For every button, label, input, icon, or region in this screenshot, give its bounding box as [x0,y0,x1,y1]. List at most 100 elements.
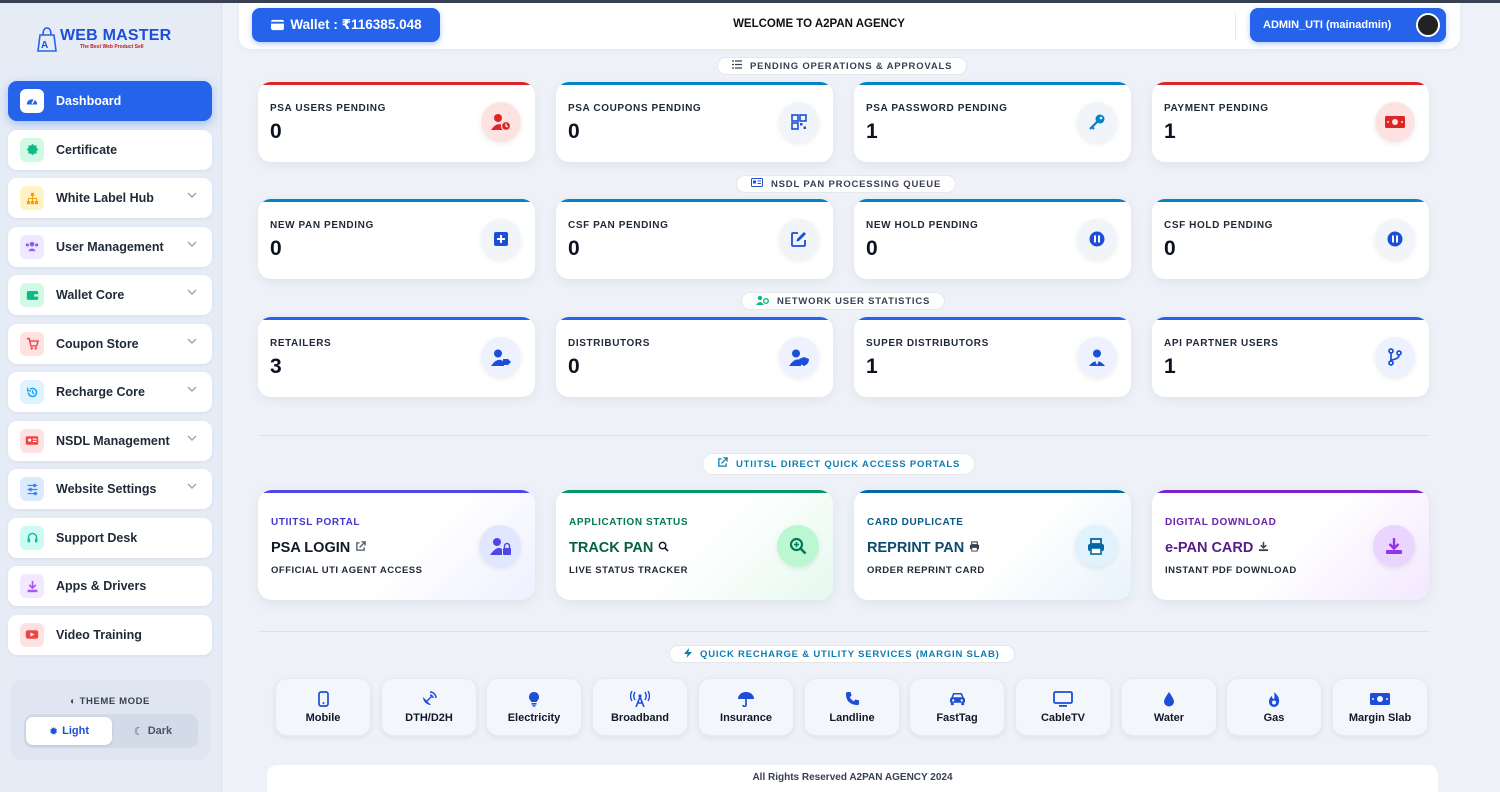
sidebar-item-video-training[interactable]: Video Training [8,614,212,655]
moon-icon: ☾ [133,725,144,738]
sidebar-item-label: Website Settings [56,482,157,496]
sidebar-item-website-settings[interactable]: Website Settings [8,469,212,509]
portal-card-epan-card[interactable]: DIGITAL DOWNLOAD e-PAN CARD INSTANT PDF … [1152,490,1429,600]
portal-card-psa-login[interactable]: UTIITSL PORTAL PSA LOGIN OFFICIAL UTI AG… [258,490,535,600]
sidebar-item-label: Coupon Store [56,336,139,351]
wallet-icon [271,19,285,31]
sidebar-item-support-desk[interactable]: Support Desk [8,517,212,558]
stat-card-csf-pan-pending[interactable]: CSF PAN PENDING 0 [556,199,833,279]
portal-card-track-pan[interactable]: APPLICATION STATUS TRACK PAN LIVE STATUS… [556,490,833,600]
plus-square-icon [481,219,521,259]
stat-card-new-pan-pending[interactable]: NEW PAN PENDING 0 [258,199,535,279]
pause-icon [1077,219,1117,259]
sitemap-icon [20,186,44,210]
headset-icon [20,525,44,550]
service-landline[interactable]: Landline [804,678,900,736]
service-cabletv[interactable]: CableTV [1015,678,1111,736]
wallet-balance-button[interactable]: Wallet : ₹116385.048 [252,8,440,42]
chevron-down-icon [186,480,198,492]
section-label: QUICK RECHARGE & UTILITY SERVICES (MARGI… [700,648,1000,660]
users-cog-icon [756,295,769,308]
printer-icon [1075,525,1117,567]
section-label: NETWORK USER STATISTICS [777,295,931,307]
service-margin-slab[interactable]: Margin Slab [1332,678,1428,736]
section-divider [258,631,1430,632]
stat-card-payment-pending[interactable]: PAYMENT PENDING 1 [1152,82,1429,162]
phone-icon [845,691,860,707]
sidebar-item-nsdl-management[interactable]: NSDL Management [8,420,212,461]
service-mobile[interactable]: Mobile [275,678,371,736]
portal-card-main: REPRINT PAN [867,540,980,556]
tv-icon [1053,690,1073,707]
sidebar-item-certificate[interactable]: Certificate [8,129,212,170]
stat-card-new-hold-pending[interactable]: NEW HOLD PENDING 0 [854,199,1131,279]
service-gas[interactable]: Gas [1226,678,1322,736]
stat-card-psa-coupons-pending[interactable]: PSA COUPONS PENDING 0 [556,82,833,162]
pause-icon [1375,219,1415,259]
stat-card-retailers[interactable]: RETAILERS 3 [258,317,535,397]
list-icon [732,60,742,72]
bolt-icon [684,647,692,661]
stat-card-title: NEW PAN PENDING [270,220,374,231]
stat-card-value: 0 [1164,237,1176,260]
theme-dark-button[interactable]: ☾ Dark [110,717,196,745]
theme-light-button[interactable]: ✹ Light [26,717,112,745]
admin-profile-button[interactable]: ADMIN_UTI (mainadmin) [1250,8,1446,42]
service-broadband[interactable]: Broadband [592,678,688,736]
download-icon [1258,540,1269,556]
portal-card-overline: APPLICATION STATUS [569,517,689,528]
stat-card-csf-hold-pending[interactable]: CSF HOLD PENDING 0 [1152,199,1429,279]
service-insurance[interactable]: Insurance [698,678,794,736]
service-dth[interactable]: DTH/D2H [381,678,477,736]
portal-card-overline: DIGITAL DOWNLOAD [1165,517,1277,528]
stat-card-title: PAYMENT PENDING [1164,103,1269,114]
sidebar-item-label: Wallet Core [56,288,125,302]
service-water[interactable]: Water [1121,678,1217,736]
services-bar: Mobile DTH/D2H Electricity Broadband Ins… [271,676,1431,743]
brand-logo[interactable]: A WEB MASTER The Best Web Product Sell [36,25,186,57]
sidebar-item-label: Apps & Drivers [56,579,147,593]
stat-card-psa-users-pending[interactable]: PSA USERS PENDING 0 [258,82,535,162]
portal-card-main: TRACK PAN [569,540,669,556]
portal-card-reprint-pan[interactable]: CARD DUPLICATE REPRINT PAN ORDER REPRINT… [854,490,1131,600]
stat-card-psa-password-pending[interactable]: PSA PASSWORD PENDING 1 [854,82,1131,162]
sidebar-nav: Dashboard Certificate White Label Hub Us… [8,81,212,663]
service-electricity[interactable]: Electricity [486,678,582,736]
sidebar-item-wallet-core[interactable]: Wallet Core [8,275,212,315]
id-card-icon [751,178,763,190]
broadcast-tower-icon [630,690,650,707]
droplet-icon [1163,691,1175,707]
sidebar-item-recharge-core[interactable]: Recharge Core [8,372,212,412]
header-divider [1235,13,1236,41]
sidebar-item-coupon-store[interactable]: Coupon Store [8,323,212,364]
portal-card-subtitle: OFFICIAL UTI AGENT ACCESS [271,565,423,576]
welcome-title: WELCOME TO A2PAN AGENCY [733,18,905,30]
badge-icon [20,137,44,162]
print-icon [969,540,980,556]
stat-card-title: PSA COUPONS PENDING [568,103,702,114]
service-label: Electricity [507,711,561,724]
sidebar-item-label: Dashboard [56,94,122,108]
sidebar-item-apps-drivers[interactable]: Apps & Drivers [8,566,212,606]
youtube-icon [20,622,44,647]
section-services-title: QUICK RECHARGE & UTILITY SERVICES (MARGI… [669,645,1015,663]
stat-card-value: 3 [270,355,282,378]
sidebar-item-dashboard[interactable]: Dashboard [8,81,212,121]
stat-card-value: 1 [1164,120,1176,143]
portal-card-overline: UTIITSL PORTAL [271,517,361,528]
service-fasttag[interactable]: FastTag [909,678,1005,736]
service-label: FastTag [936,711,978,724]
sidebar-item-white-label-hub[interactable]: White Label Hub [8,178,212,218]
stat-card-api-partner-users[interactable]: API PARTNER USERS 1 [1152,317,1429,397]
stat-card-title: NEW HOLD PENDING [866,220,979,231]
stat-card-value: 1 [866,120,878,143]
chevron-down-icon [186,432,198,444]
theme-light-label: Light [62,725,90,737]
avatar [1416,13,1440,37]
stat-card-distributors[interactable]: DISTRIBUTORS 0 [556,317,833,397]
admin-name: ADMIN_UTI (mainadmin) [1263,19,1392,31]
stat-card-title: CSF HOLD PENDING [1164,220,1274,231]
sidebar-item-user-management[interactable]: User Management [8,226,212,267]
section-network-title: NETWORK USER STATISTICS [741,292,946,310]
stat-card-super-distributors[interactable]: SUPER DISTRIBUTORS 1 [854,317,1131,397]
